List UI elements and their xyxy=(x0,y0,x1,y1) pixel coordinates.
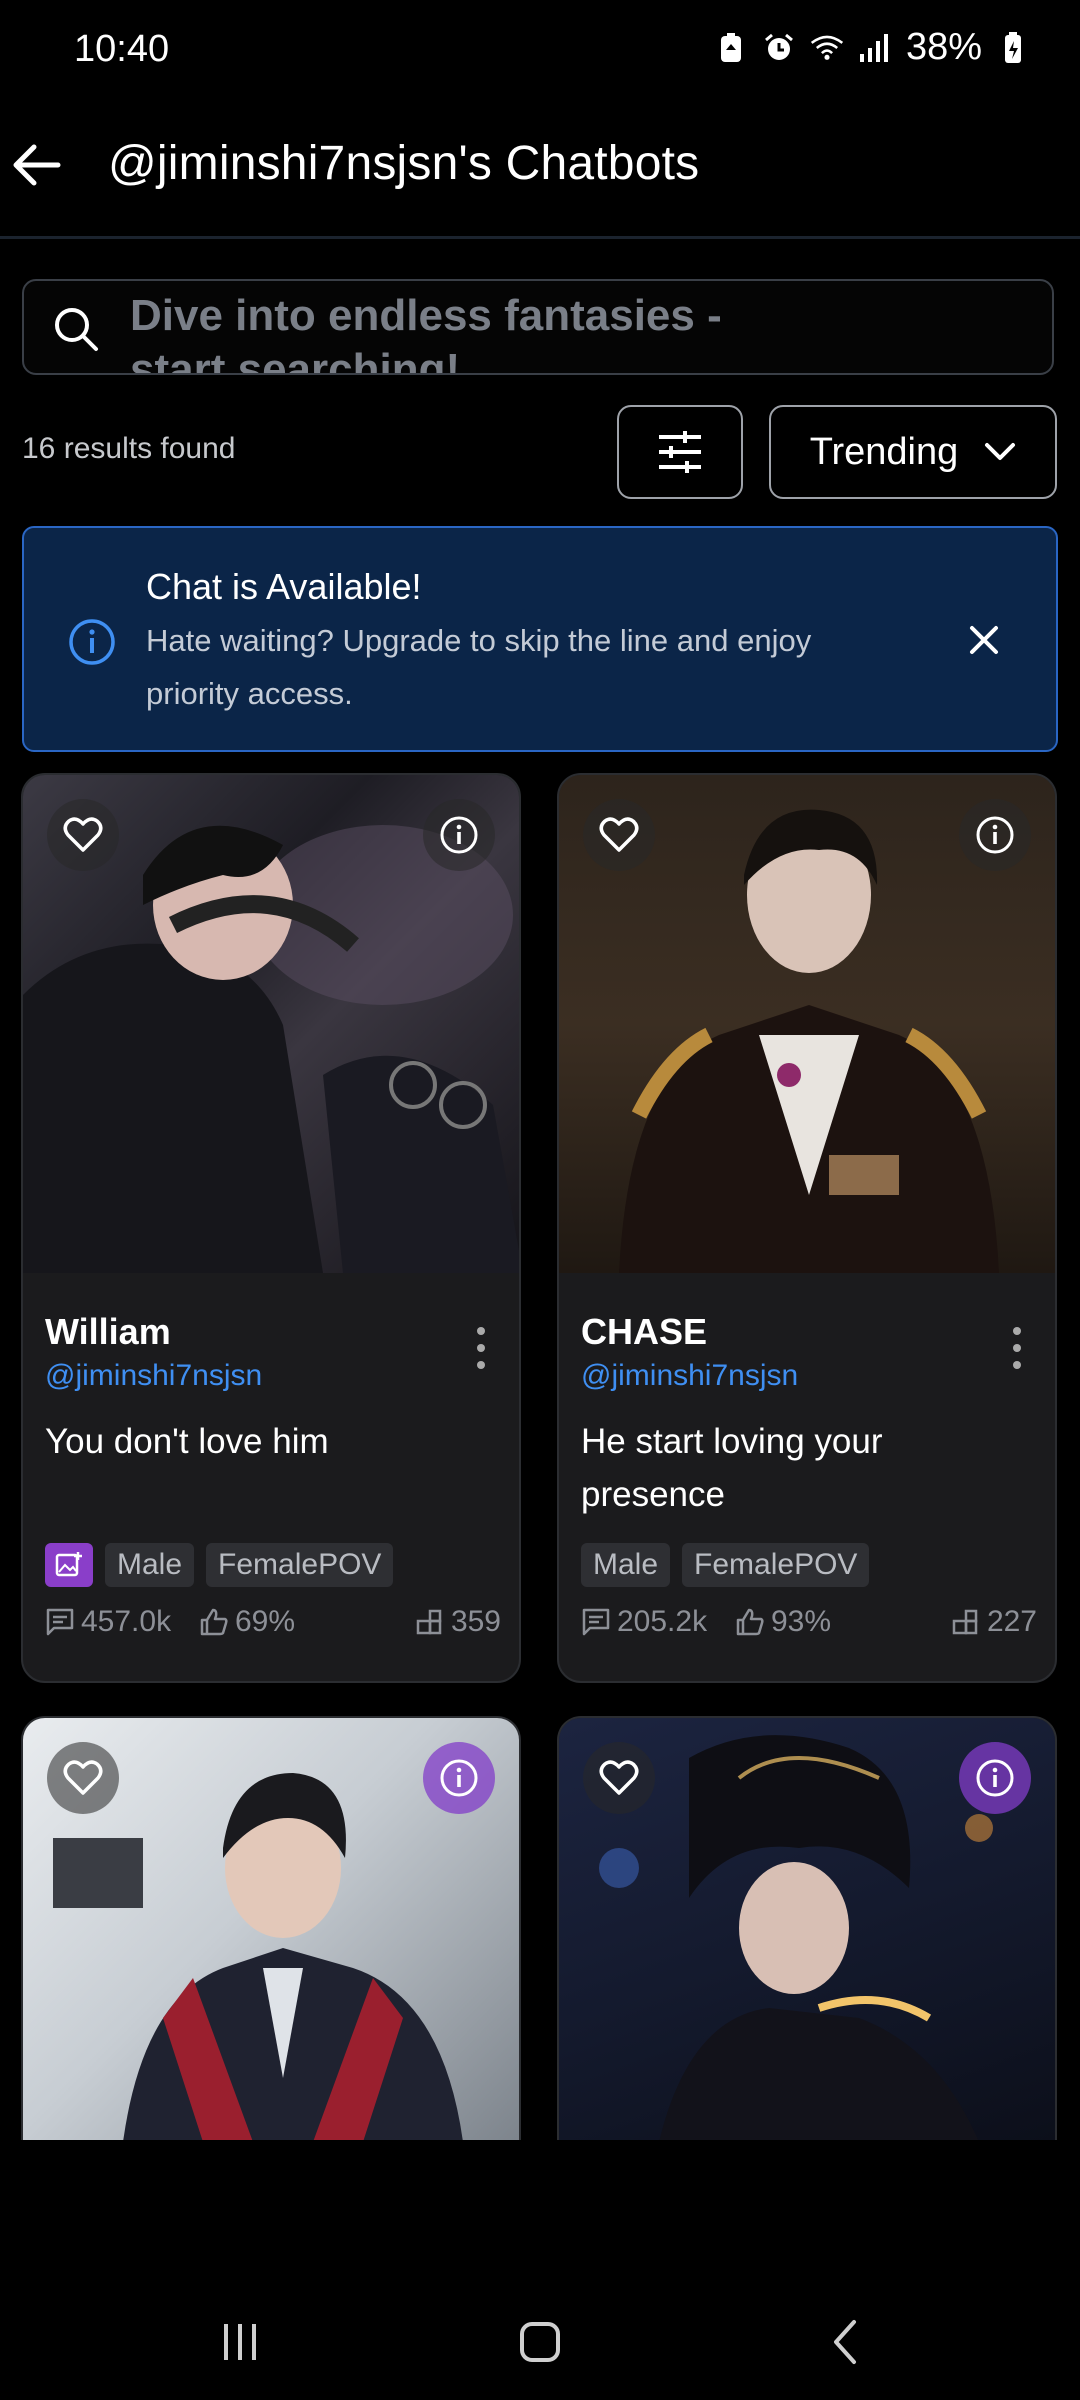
info-icon xyxy=(976,816,1014,854)
sort-dropdown[interactable]: Trending xyxy=(769,405,1057,499)
battery-percent: 38% xyxy=(905,26,982,68)
bot-count: 227 xyxy=(951,1605,1037,1639)
banner-title: Chat is Available! xyxy=(146,566,422,607)
heart-icon xyxy=(599,817,639,852)
heart-icon xyxy=(63,817,103,852)
like-rate: 93% xyxy=(735,1605,831,1639)
system-nav-bar xyxy=(0,2280,1080,2400)
card-stats: 205.2k 93% 227 xyxy=(581,1605,1037,1645)
info-button[interactable] xyxy=(959,799,1031,871)
chevron-left-icon xyxy=(834,2320,856,2364)
search-icon xyxy=(55,308,98,351)
chatbot-card[interactable] xyxy=(21,1716,521,2140)
character-name: William xyxy=(45,1311,171,1352)
creator-handle[interactable]: @jiminshi7nsjsn xyxy=(45,1359,262,1393)
info-icon xyxy=(440,816,478,854)
chat-count: 205.2k xyxy=(581,1605,707,1639)
back-button[interactable] xyxy=(6,130,66,200)
system-back-button[interactable] xyxy=(805,2310,885,2374)
alarm-icon xyxy=(762,31,796,65)
battery-saver-icon xyxy=(714,31,748,65)
search-bar[interactable]: Dive into endless fantasies - start sear… xyxy=(22,279,1054,375)
tag[interactable]: Male xyxy=(581,1543,671,1587)
info-button[interactable] xyxy=(423,1742,495,1814)
filter-button[interactable] xyxy=(617,405,743,499)
chatbot-card[interactable]: CHASE @jiminshi7nsjsn He start loving yo… xyxy=(557,773,1057,1683)
info-button[interactable] xyxy=(959,1742,1031,1814)
character-name: CHASE xyxy=(581,1311,708,1352)
chevron-down-icon xyxy=(985,443,1016,460)
tag-list: Male FemalePOV xyxy=(45,1543,394,1587)
message-icon xyxy=(582,1608,610,1636)
character-description: You don't love him xyxy=(45,1422,329,1461)
chatbot-card[interactable]: William @jiminshi7nsjsn You don't love h… xyxy=(21,773,521,1683)
message-icon xyxy=(46,1608,74,1636)
creator-handle[interactable]: @jiminshi7nsjsn xyxy=(581,1359,798,1393)
favorite-button[interactable] xyxy=(47,799,119,871)
page-title: @jiminshi7nsjsn's Chatbots xyxy=(108,137,700,190)
card-stats: 457.0k 69% 359 xyxy=(45,1605,501,1645)
blocks-icon xyxy=(952,1609,978,1635)
heart-icon xyxy=(63,1760,103,1795)
info-icon xyxy=(976,1759,1014,1797)
recent-apps-button[interactable] xyxy=(200,2310,280,2374)
banner-text: Hate waiting? Upgrade to skip the line a… xyxy=(146,623,812,711)
sort-selected-label: Trending xyxy=(809,430,959,473)
favorite-button[interactable] xyxy=(583,799,655,871)
tag[interactable]: Male xyxy=(105,1543,195,1587)
search-input[interactable] xyxy=(128,281,768,373)
battery-charging-icon xyxy=(996,31,1030,65)
arrow-left-icon xyxy=(13,144,61,186)
chatbot-card[interactable] xyxy=(557,1716,1057,2140)
status-time: 10:40 xyxy=(74,28,170,70)
bot-count: 359 xyxy=(415,1605,501,1639)
recent-apps-icon xyxy=(224,2324,256,2360)
signal-icon xyxy=(858,31,892,65)
image-gen-icon xyxy=(45,1543,93,1587)
thumbs-up-icon xyxy=(200,1608,228,1636)
heart-icon xyxy=(599,1760,639,1795)
availability-banner: Chat is Available! Hate waiting? Upgrade… xyxy=(22,526,1058,752)
favorite-button[interactable] xyxy=(583,1742,655,1814)
like-rate: 69% xyxy=(199,1605,295,1639)
more-vertical-icon[interactable] xyxy=(1007,1323,1027,1373)
more-vertical-icon[interactable] xyxy=(471,1323,491,1373)
tag[interactable]: FemalePOV xyxy=(206,1543,394,1587)
close-icon[interactable] xyxy=(964,620,1004,660)
status-bar: 10:40 38% xyxy=(0,0,1080,100)
info-icon xyxy=(440,1759,478,1797)
info-icon xyxy=(69,619,115,665)
tag-list: Male FemalePOV xyxy=(581,1543,870,1587)
tag[interactable]: FemalePOV xyxy=(682,1543,870,1587)
chat-count: 457.0k xyxy=(45,1605,171,1639)
character-description: He start loving your presence xyxy=(581,1422,883,1514)
favorite-button[interactable] xyxy=(47,1742,119,1814)
sliders-icon xyxy=(659,431,701,473)
wifi-icon xyxy=(810,31,844,65)
results-count: 16 results found xyxy=(22,432,236,465)
home-icon xyxy=(520,2322,560,2362)
status-icons: 38% xyxy=(714,26,1030,69)
app-header: @jiminshi7nsjsn's Chatbots xyxy=(0,100,1080,239)
blocks-icon xyxy=(416,1609,442,1635)
info-button[interactable] xyxy=(423,799,495,871)
home-button[interactable] xyxy=(500,2310,580,2374)
thumbs-up-icon xyxy=(736,1608,764,1636)
